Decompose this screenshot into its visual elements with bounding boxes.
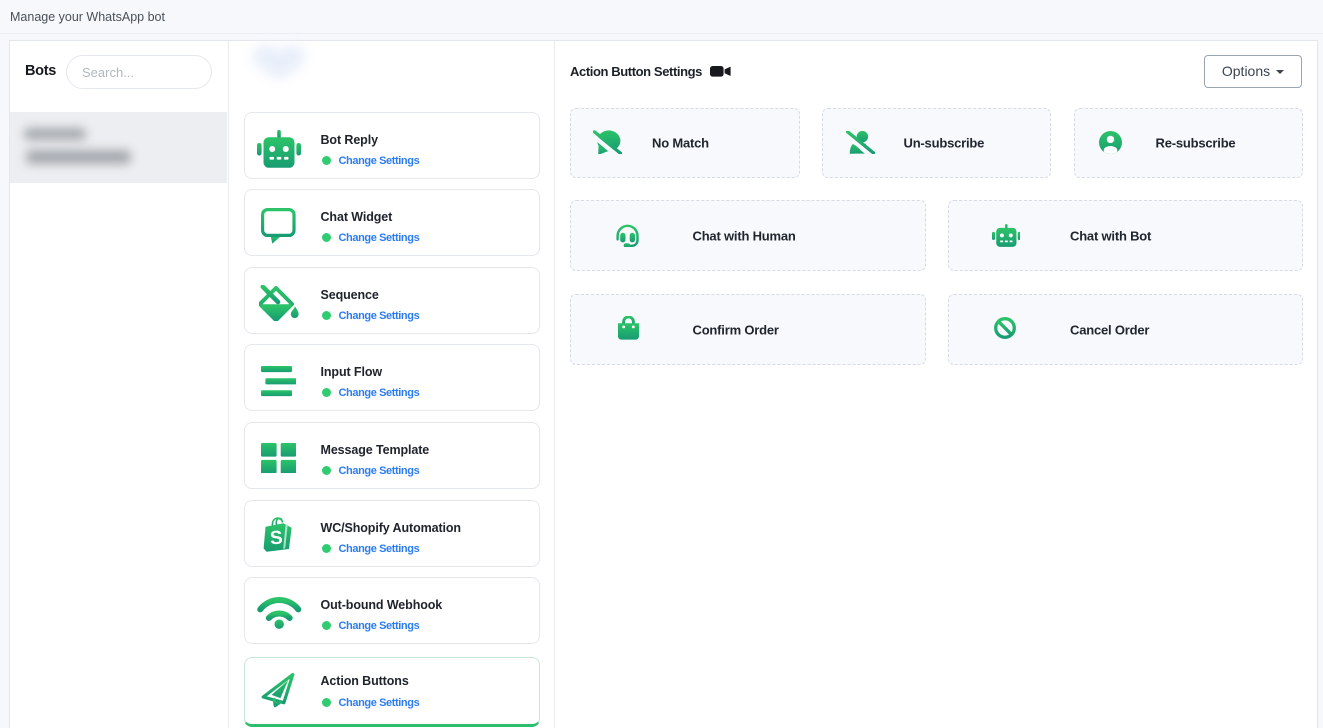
svg-text:S: S — [269, 528, 283, 550]
